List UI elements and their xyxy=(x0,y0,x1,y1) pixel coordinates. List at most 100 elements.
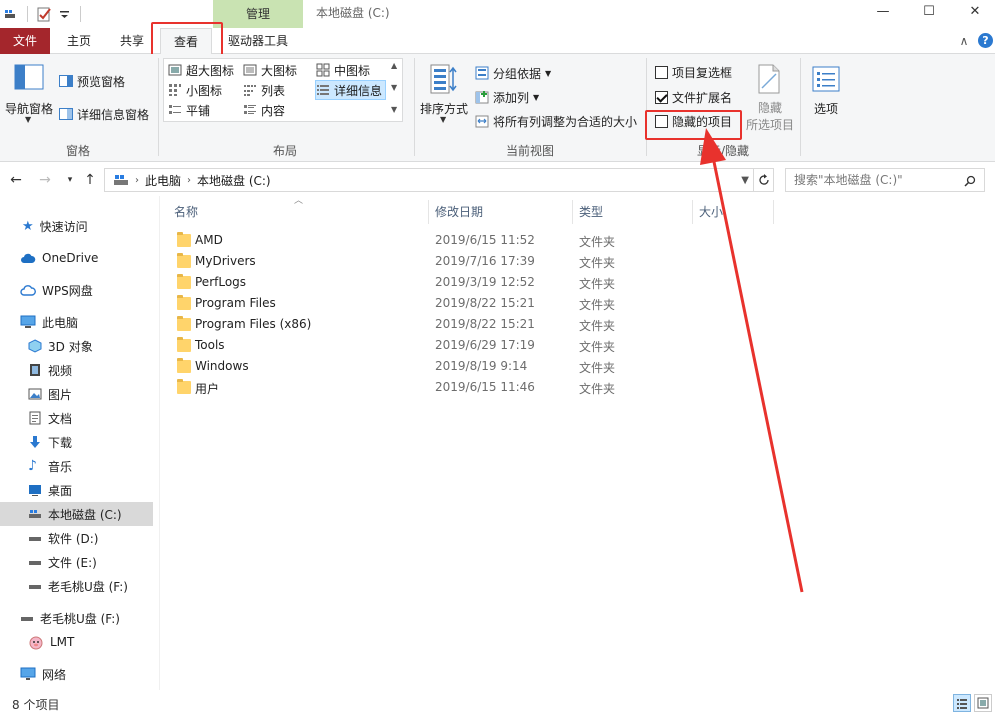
layout-extra-large-icons[interactable]: 超大图标 xyxy=(168,60,234,80)
group-by-button[interactable]: 分组依据 ▼ xyxy=(475,63,551,83)
sidebar-item-3d-objects[interactable]: 3D 对象 xyxy=(0,334,153,358)
scroll-down-icon[interactable]: ▼ xyxy=(391,83,397,92)
ribbon: 导航窗格 ▼ 预览窗格 详细信息窗格 窗格 超大图标 大图标 中图标 小图标 列… xyxy=(0,54,995,162)
details-view-icon xyxy=(317,85,329,95)
layout-content[interactable]: 内容 xyxy=(243,100,285,120)
sidebar-item-wps[interactable]: WPS网盘 xyxy=(0,278,153,302)
star-icon: ★ xyxy=(22,218,34,234)
sidebar-item-usb-f[interactable]: 老毛桃U盘 (F:) xyxy=(0,574,153,598)
column-divider[interactable] xyxy=(773,200,774,224)
sidebar-item-documents[interactable]: 文档 xyxy=(0,406,153,430)
table-row[interactable]: MyDrivers 2019/7/16 17:39 文件夹 xyxy=(168,252,773,273)
item-checkboxes-toggle[interactable]: 项目复选框 xyxy=(655,62,732,82)
sidebar-item-music[interactable]: ♪ 音乐 xyxy=(0,454,153,478)
column-header-type[interactable]: 类型 xyxy=(573,202,692,226)
breadcrumb-local-disk[interactable]: 本地磁盘 (C:) xyxy=(197,172,271,189)
close-button[interactable]: ✕ xyxy=(952,0,995,26)
hide-selected-items-button[interactable]: 隐藏 所选项目 xyxy=(746,58,794,136)
table-row[interactable]: Windows 2019/8/19 9:14 文件夹 xyxy=(168,357,773,378)
help-icon[interactable]: ? xyxy=(978,33,993,48)
network-icon xyxy=(20,667,36,680)
file-extensions-toggle[interactable]: 文件扩展名 xyxy=(655,87,732,107)
pane-divider[interactable] xyxy=(159,196,160,690)
minimize-button[interactable]: — xyxy=(860,0,906,26)
preview-pane-button[interactable]: 预览窗格 xyxy=(59,71,125,91)
sidebar-item-drive-d[interactable]: 软件 (D:) xyxy=(0,526,153,550)
file-name: AMD xyxy=(195,233,223,247)
sidebar-item-this-pc[interactable]: 此电脑 xyxy=(0,310,153,334)
sidebar-item-local-disk-c[interactable]: 本地磁盘 (C:) xyxy=(0,502,153,526)
column-header-size[interactable]: 大小 xyxy=(693,202,773,226)
table-row[interactable]: Program Files (x86) 2019/8/22 15:21 文件夹 xyxy=(168,315,773,336)
file-name: 用户 xyxy=(195,382,220,396)
sidebar-item-pictures[interactable]: 图片 xyxy=(0,382,153,406)
collapse-ribbon-icon[interactable]: ∧ xyxy=(955,33,973,49)
layout-tiles[interactable]: 平铺 xyxy=(168,100,210,120)
maximize-button[interactable]: ☐ xyxy=(906,0,952,26)
back-button[interactable]: ← xyxy=(6,171,26,191)
sidebar-item-desktop[interactable]: 桌面 xyxy=(0,478,153,502)
file-extensions-checkbox[interactable] xyxy=(655,90,668,104)
cloud-icon xyxy=(21,253,36,263)
options-button[interactable]: 选项 xyxy=(804,58,848,136)
chevron-down-icon: ▼ xyxy=(25,115,32,124)
refresh-button[interactable] xyxy=(754,168,774,192)
address-row: ← → ▾ ↑ › 此电脑 › 本地磁盘 (C:) ▼ 搜索"本地磁盘 (C:)… xyxy=(0,165,995,195)
sidebar-item-network[interactable]: 网络 xyxy=(0,662,153,686)
table-row[interactable]: AMD 2019/6/15 11:52 文件夹 xyxy=(168,231,773,252)
sidebar-item-quick-access[interactable]: ★ 快速访问 xyxy=(0,214,153,238)
tab-share[interactable]: 共享 xyxy=(108,28,156,54)
forward-button[interactable]: → xyxy=(35,171,55,191)
folder-icon xyxy=(177,316,191,331)
large-icons-view-button[interactable] xyxy=(974,694,992,712)
manage-context-tab[interactable]: 管理 xyxy=(213,0,303,28)
table-row[interactable]: Program Files 2019/8/22 15:21 文件夹 xyxy=(168,294,773,315)
sort-by-button[interactable]: 排序方式 ▼ xyxy=(418,58,470,138)
customize-toolbar-icon[interactable] xyxy=(57,6,73,22)
sidebar-item-usb-f-root[interactable]: 老毛桃U盘 (F:) xyxy=(0,606,153,630)
content-view-icon xyxy=(244,105,256,114)
address-dropdown-icon[interactable]: ▼ xyxy=(741,175,749,186)
ribbon-divider xyxy=(646,58,647,156)
recent-locations-button[interactable]: ▾ xyxy=(60,171,80,191)
table-row[interactable]: PerfLogs 2019/3/19 12:52 文件夹 xyxy=(168,273,773,294)
expand-gallery-icon[interactable]: ▼ xyxy=(391,105,397,114)
up-button[interactable]: ↑ xyxy=(80,171,100,191)
table-row[interactable]: 用户 2019/6/15 11:46 文件夹 xyxy=(168,378,773,399)
layout-list[interactable]: 列表 xyxy=(243,80,285,100)
tiles-icon xyxy=(169,105,181,114)
scroll-up-icon[interactable]: ▲ xyxy=(391,61,397,70)
tab-file[interactable]: 文件 xyxy=(0,28,50,54)
breadcrumb-this-pc[interactable]: 此电脑 xyxy=(145,172,181,189)
column-header-date[interactable]: 修改日期 xyxy=(429,202,572,226)
show-hide-group-label: 显示/隐藏 xyxy=(696,144,750,158)
explorer-quick-icon[interactable] xyxy=(4,6,20,22)
properties-icon[interactable] xyxy=(36,6,52,22)
details-view-button[interactable] xyxy=(953,694,971,712)
sidebar-item-drive-e[interactable]: 文件 (E:) xyxy=(0,550,153,574)
tab-drive-tools[interactable]: 驱动器工具 xyxy=(215,28,301,54)
layout-details[interactable]: 详细信息 xyxy=(315,80,387,100)
ribbon-divider xyxy=(800,58,801,156)
sidebar-item-onedrive[interactable]: OneDrive xyxy=(0,246,153,270)
sidebar-item-downloads[interactable]: 下载 xyxy=(0,430,153,454)
sidebar-item-video[interactable]: 视频 xyxy=(0,358,153,382)
layout-medium-icons[interactable]: 中图标 xyxy=(316,60,370,80)
details-pane-button[interactable]: 详细信息窗格 xyxy=(59,104,149,124)
item-checkboxes-checkbox[interactable] xyxy=(655,65,668,79)
file-date: 2019/8/22 15:21 xyxy=(435,296,535,310)
add-columns-button[interactable]: 添加列 ▼ xyxy=(475,87,539,107)
sidebar-item-lmt[interactable]: LMT xyxy=(0,630,153,654)
folder-icon xyxy=(177,232,191,247)
column-header-name[interactable]: 名称 xyxy=(168,202,428,226)
table-row[interactable]: Tools 2019/6/29 17:19 文件夹 xyxy=(168,336,773,357)
layout-small-icons[interactable]: 小图标 xyxy=(168,80,222,100)
layout-large-icons[interactable]: 大图标 xyxy=(243,60,297,80)
address-bar[interactable]: › 此电脑 › 本地磁盘 (C:) ▼ xyxy=(104,168,754,192)
nav-pane-button[interactable]: 导航窗格 ▼ xyxy=(4,58,54,138)
file-name: PerfLogs xyxy=(195,275,247,289)
size-all-columns-button[interactable]: 将所有列调整为合适的大小 xyxy=(475,111,637,131)
tab-home[interactable]: 主页 xyxy=(55,28,103,54)
search-input[interactable]: 搜索"本地磁盘 (C:)" xyxy=(785,168,985,192)
search-icon[interactable] xyxy=(964,175,976,187)
